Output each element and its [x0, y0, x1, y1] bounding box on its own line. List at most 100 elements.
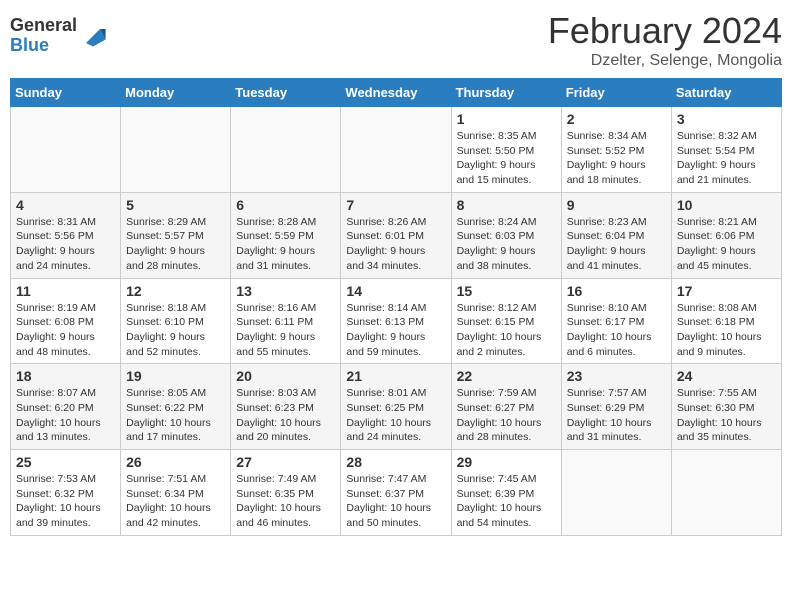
calendar-cell [121, 107, 231, 193]
day-info: Sunrise: 8:03 AM Sunset: 6:23 PM Dayligh… [236, 386, 335, 445]
calendar-cell: 17 Sunrise: 8:08 AM Sunset: 6:18 PM Dayli… [671, 278, 781, 364]
day-number: 21 [346, 368, 445, 384]
calendar-table: Sunday Monday Tuesday Wednesday Thursday… [10, 78, 782, 536]
week-row-3: 11 Sunrise: 8:19 AM Sunset: 6:08 PM Dayli… [11, 278, 782, 364]
calendar-cell: 16 Sunrise: 8:10 AM Sunset: 6:17 PM Dayli… [561, 278, 671, 364]
day-number: 17 [677, 283, 776, 299]
day-number: 15 [457, 283, 556, 299]
day-info: Sunrise: 8:14 AM Sunset: 6:13 PM Dayligh… [346, 301, 445, 360]
day-number: 6 [236, 197, 335, 213]
col-sunday: Sunday [11, 79, 121, 107]
calendar-cell: 26 Sunrise: 7:51 AM Sunset: 6:34 PM Dayli… [121, 450, 231, 536]
day-number: 26 [126, 454, 225, 470]
calendar-cell: 6 Sunrise: 8:28 AM Sunset: 5:59 PM Daylig… [231, 192, 341, 278]
calendar-cell: 18 Sunrise: 8:07 AM Sunset: 6:20 PM Dayli… [11, 364, 121, 450]
logo-blue: Blue [10, 36, 77, 56]
week-row-1: 1 Sunrise: 8:35 AM Sunset: 5:50 PM Daylig… [11, 107, 782, 193]
day-number: 27 [236, 454, 335, 470]
day-info: Sunrise: 7:55 AM Sunset: 6:30 PM Dayligh… [677, 386, 776, 445]
day-number: 2 [567, 111, 666, 127]
calendar-page: General Blue February 2024 Dzelter, Sele… [0, 0, 792, 546]
day-number: 14 [346, 283, 445, 299]
day-number: 20 [236, 368, 335, 384]
calendar-cell [231, 107, 341, 193]
calendar-cell [341, 107, 451, 193]
day-info: Sunrise: 8:19 AM Sunset: 6:08 PM Dayligh… [16, 301, 115, 360]
day-number: 11 [16, 283, 115, 299]
day-number: 10 [677, 197, 776, 213]
day-info: Sunrise: 8:23 AM Sunset: 6:04 PM Dayligh… [567, 215, 666, 274]
calendar-cell: 19 Sunrise: 8:05 AM Sunset: 6:22 PM Dayli… [121, 364, 231, 450]
logo-text: General Blue [10, 16, 77, 56]
day-info: Sunrise: 8:12 AM Sunset: 6:15 PM Dayligh… [457, 301, 556, 360]
logo-icon [79, 22, 107, 50]
day-number: 19 [126, 368, 225, 384]
day-info: Sunrise: 8:29 AM Sunset: 5:57 PM Dayligh… [126, 215, 225, 274]
calendar-cell: 7 Sunrise: 8:26 AM Sunset: 6:01 PM Daylig… [341, 192, 451, 278]
day-info: Sunrise: 8:18 AM Sunset: 6:10 PM Dayligh… [126, 301, 225, 360]
day-number: 29 [457, 454, 556, 470]
day-number: 25 [16, 454, 115, 470]
col-thursday: Thursday [451, 79, 561, 107]
calendar-cell: 28 Sunrise: 7:47 AM Sunset: 6:37 PM Dayli… [341, 450, 451, 536]
day-info: Sunrise: 8:28 AM Sunset: 5:59 PM Dayligh… [236, 215, 335, 274]
calendar-cell: 13Sunrise: 8:16 AM Sunset: 6:11 PM Dayli… [231, 278, 341, 364]
day-number: 8 [457, 197, 556, 213]
calendar-cell: 20 Sunrise: 8:03 AM Sunset: 6:23 PM Dayli… [231, 364, 341, 450]
day-info: Sunrise: 7:49 AM Sunset: 6:35 PM Dayligh… [236, 472, 335, 531]
day-info: Sunrise: 8:07 AM Sunset: 6:20 PM Dayligh… [16, 386, 115, 445]
day-info: Sunrise: 8:32 AM Sunset: 5:54 PM Dayligh… [677, 129, 776, 188]
calendar-cell: 14 Sunrise: 8:14 AM Sunset: 6:13 PM Dayli… [341, 278, 451, 364]
day-number: 7 [346, 197, 445, 213]
week-row-4: 18 Sunrise: 8:07 AM Sunset: 6:20 PM Dayli… [11, 364, 782, 450]
day-info: Sunrise: 7:51 AM Sunset: 6:34 PM Dayligh… [126, 472, 225, 531]
day-info: Sunrise: 8:24 AM Sunset: 6:03 PM Dayligh… [457, 215, 556, 274]
day-number: 22 [457, 368, 556, 384]
calendar-cell: 25 Sunrise: 7:53 AM Sunset: 6:32 PM Dayli… [11, 450, 121, 536]
day-info: Sunrise: 8:21 AM Sunset: 6:06 PM Dayligh… [677, 215, 776, 274]
calendar-cell: 15 Sunrise: 8:12 AM Sunset: 6:15 PM Dayli… [451, 278, 561, 364]
calendar-cell: 29 Sunrise: 7:45 AM Sunset: 6:39 PM Dayli… [451, 450, 561, 536]
col-tuesday: Tuesday [231, 79, 341, 107]
day-info: Sunrise: 8:08 AM Sunset: 6:18 PM Dayligh… [677, 301, 776, 360]
calendar-cell: 8 Sunrise: 8:24 AM Sunset: 6:03 PM Daylig… [451, 192, 561, 278]
day-number: 16 [567, 283, 666, 299]
day-info: Sunrise: 8:26 AM Sunset: 6:01 PM Dayligh… [346, 215, 445, 274]
day-info: Sunrise: 8:01 AM Sunset: 6:25 PM Dayligh… [346, 386, 445, 445]
calendar-cell [11, 107, 121, 193]
logo-general: General [10, 16, 77, 36]
day-info: Sunrise: 7:57 AM Sunset: 6:29 PM Dayligh… [567, 386, 666, 445]
day-info: Sunrise: 8:10 AM Sunset: 6:17 PM Dayligh… [567, 301, 666, 360]
col-wednesday: Wednesday [341, 79, 451, 107]
day-info: Sunrise: 8:31 AM Sunset: 5:56 PM Dayligh… [16, 215, 115, 274]
day-number: 18 [16, 368, 115, 384]
calendar-cell: 27 Sunrise: 7:49 AM Sunset: 6:35 PM Dayli… [231, 450, 341, 536]
day-info: Sunrise: 8:35 AM Sunset: 5:50 PM Dayligh… [457, 129, 556, 188]
day-number: 24 [677, 368, 776, 384]
day-number: 28 [346, 454, 445, 470]
calendar-cell: 23 Sunrise: 7:57 AM Sunset: 6:29 PM Dayli… [561, 364, 671, 450]
day-number: 1 [457, 111, 556, 127]
calendar-cell [561, 450, 671, 536]
calendar-cell: 2 Sunrise: 8:34 AM Sunset: 5:52 PM Daylig… [561, 107, 671, 193]
day-number: 23 [567, 368, 666, 384]
calendar-cell: 10 Sunrise: 8:21 AM Sunset: 6:06 PM Dayli… [671, 192, 781, 278]
day-info: Sunrise: 7:47 AM Sunset: 6:37 PM Dayligh… [346, 472, 445, 531]
day-info: Sunrise: 7:45 AM Sunset: 6:39 PM Dayligh… [457, 472, 556, 531]
col-saturday: Saturday [671, 79, 781, 107]
header: General Blue February 2024 Dzelter, Sele… [10, 10, 782, 70]
subtitle: Dzelter, Selenge, Mongolia [548, 52, 782, 70]
day-number: 5 [126, 197, 225, 213]
title-area: February 2024 Dzelter, Selenge, Mongolia [548, 10, 782, 70]
calendar-cell: 5 Sunrise: 8:29 AM Sunset: 5:57 PM Daylig… [121, 192, 231, 278]
day-info: Sunrise: 8:05 AM Sunset: 6:22 PM Dayligh… [126, 386, 225, 445]
calendar-cell [671, 450, 781, 536]
calendar-cell: 12Sunrise: 8:18 AM Sunset: 6:10 PM Dayli… [121, 278, 231, 364]
day-number: 3 [677, 111, 776, 127]
calendar-cell: 24 Sunrise: 7:55 AM Sunset: 6:30 PM Dayli… [671, 364, 781, 450]
calendar-cell: 22Sunrise: 7:59 AM Sunset: 6:27 PM Dayli… [451, 364, 561, 450]
calendar-cell: 11 Sunrise: 8:19 AM Sunset: 6:08 PM Dayli… [11, 278, 121, 364]
day-info: Sunrise: 8:34 AM Sunset: 5:52 PM Dayligh… [567, 129, 666, 188]
day-number: 9 [567, 197, 666, 213]
day-info: Sunrise: 7:53 AM Sunset: 6:32 PM Dayligh… [16, 472, 115, 531]
